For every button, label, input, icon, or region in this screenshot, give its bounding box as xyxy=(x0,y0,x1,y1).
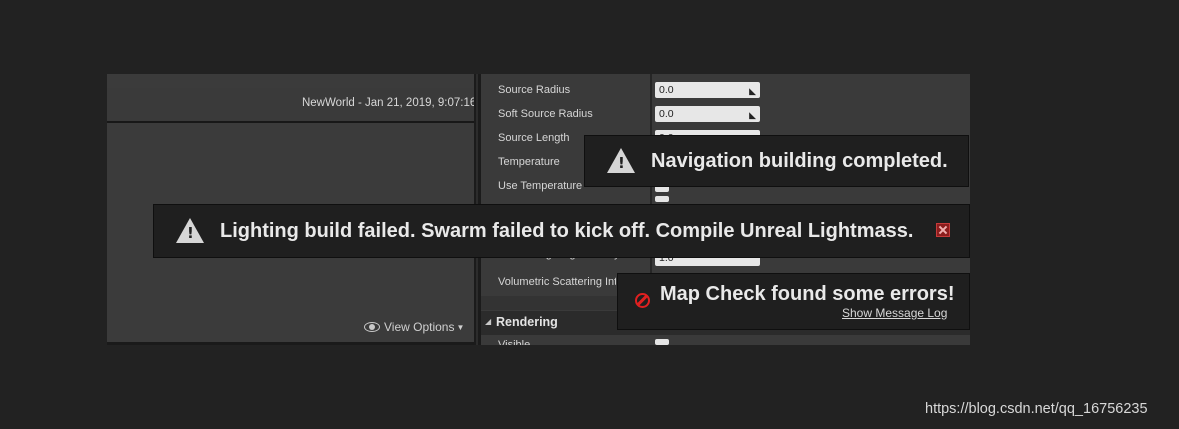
notification-text: Map Check found some errors! xyxy=(660,283,955,305)
chevron-down-icon: ▼ xyxy=(456,323,465,332)
spinner-icon[interactable]: ◣ xyxy=(749,108,756,122)
spinner-icon[interactable]: ◣ xyxy=(749,84,756,98)
property-label: Source Radius xyxy=(498,84,571,96)
field-value: 0.0 xyxy=(659,84,674,96)
viewport-border xyxy=(107,342,477,345)
notification-text: Navigation building completed. xyxy=(651,150,948,172)
property-label: Source Length xyxy=(498,132,570,144)
lighting-build-notification: Lighting build failed. Swarm failed to k… xyxy=(153,204,970,258)
soft-source-radius-field[interactable]: 0.0 ◣ xyxy=(655,106,760,122)
map-check-notification: Map Check found some errors! xyxy=(617,273,970,330)
property-label: Soft Source Radius xyxy=(498,108,593,120)
source-radius-field[interactable]: 0.0 ◣ xyxy=(655,82,760,98)
visible-property-label: Visible xyxy=(498,339,531,345)
property-label: Temperature xyxy=(498,156,560,168)
property-label: Volumetric Scattering Intensity xyxy=(498,276,616,288)
close-icon[interactable] xyxy=(936,223,950,237)
error-icon xyxy=(635,293,650,308)
property-label: Use Temperature xyxy=(498,180,583,192)
rendering-label: Rendering xyxy=(496,315,558,329)
watermark: https://blog.csdn.net/qq_16756235 xyxy=(925,401,1148,417)
show-message-log-link[interactable]: Show Message Log xyxy=(842,306,947,320)
checkbox[interactable] xyxy=(655,196,669,202)
visible-checkbox[interactable] xyxy=(655,339,669,345)
world-label: NewWorld - Jan 21, 2019, 9:07:16 AM xyxy=(301,97,497,109)
warning-icon xyxy=(607,148,635,173)
navigation-notification: Navigation building completed. xyxy=(584,135,969,187)
notification-text: Lighting build failed. Swarm failed to k… xyxy=(220,220,914,242)
warning-icon xyxy=(176,218,204,243)
viewport-header: NewWorld - Jan 21, 2019, 9:07:16 AM▼ xyxy=(107,88,519,123)
view-options-button[interactable]: View Options ▼ xyxy=(364,320,464,334)
view-options-label: View Options xyxy=(384,320,455,334)
field-value: 0.0 xyxy=(659,108,674,120)
expand-arrow-icon: ◢ xyxy=(485,317,492,326)
eye-icon xyxy=(364,322,380,332)
